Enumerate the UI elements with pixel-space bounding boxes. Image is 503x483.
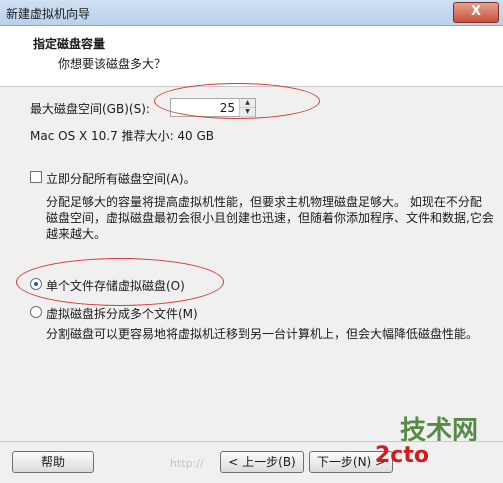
- max-disk-label: 最大磁盘空间(GB)(S):: [30, 102, 150, 116]
- recommended-size: Mac OS X 10.7 推荐大小: 40 GB: [30, 129, 215, 143]
- spin-down-icon[interactable]: ▼: [240, 108, 255, 117]
- watermark-red-text: 2cto: [375, 443, 429, 468]
- page-subtitle: 你想要该磁盘多大？: [58, 57, 167, 71]
- max-disk-spinner[interactable]: 25 ▲ ▼: [170, 98, 256, 117]
- split-file-radio[interactable]: [30, 306, 42, 318]
- allocate-desc-2: 磁盘空间，虚拟磁盘最初会很小且创建也迅速，但随着你添加程序、文件和数据,它会: [46, 211, 494, 225]
- spinner-arrows[interactable]: ▲ ▼: [239, 99, 255, 117]
- spin-up-icon[interactable]: ▲: [240, 99, 255, 108]
- allocate-now-checkbox[interactable]: [30, 171, 42, 183]
- split-file-desc: 分割磁盘可以更容易地将虚拟机迁移到另一台计算机上，但会大幅降低磁盘性能。: [46, 327, 479, 341]
- page-title: 指定磁盘容量: [33, 37, 106, 51]
- allocate-now-label[interactable]: 立即分配所有磁盘空间(A)。: [46, 170, 196, 187]
- title-bar: 新建虚拟机向导 X: [0, 0, 503, 26]
- single-file-radio[interactable]: [30, 278, 42, 290]
- allocate-desc-1: 分配足够大的容量将提高虚拟机性能，但要求主机物理磁盘足够大。 如现在不分配: [46, 195, 482, 209]
- window-title: 新建虚拟机向导: [6, 7, 91, 21]
- max-disk-value[interactable]: 25: [220, 101, 235, 115]
- close-button[interactable]: X: [453, 2, 499, 23]
- single-file-label[interactable]: 单个文件存储虚拟磁盘(O): [46, 277, 185, 294]
- allocate-desc-3: 越来越大。: [46, 227, 107, 241]
- back-button[interactable]: < 上一步(B): [220, 451, 304, 473]
- help-button[interactable]: 帮助: [12, 451, 94, 473]
- split-file-label[interactable]: 虚拟磁盘拆分成多个文件(M): [46, 305, 198, 322]
- watermark-url: http://: [170, 457, 204, 470]
- wizard-header: 指定磁盘容量 你想要该磁盘多大？: [0, 26, 503, 87]
